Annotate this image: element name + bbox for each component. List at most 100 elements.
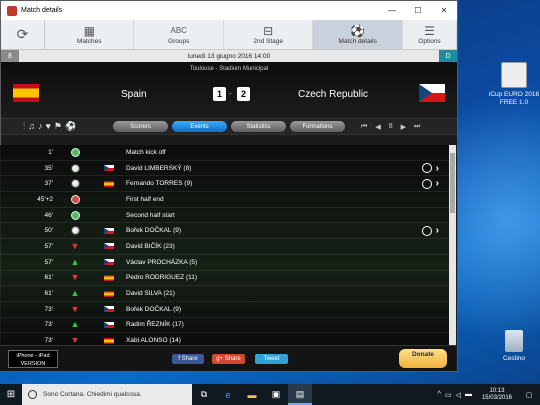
music-icon[interactable]: ♫ bbox=[28, 121, 35, 132]
notifications-icon[interactable]: ▢ bbox=[522, 391, 536, 399]
minimize-button[interactable]: — bbox=[379, 6, 405, 15]
tool-icons: ⫶ ♫ ♪ ♥ ⚑ ⚽ bbox=[23, 121, 113, 132]
ball-icon: ⚽ bbox=[350, 24, 366, 38]
clock[interactable]: 10:13 15/03/2016 bbox=[482, 388, 512, 402]
gplus-share-button[interactable]: g+ Share bbox=[212, 353, 245, 364]
tab-match-details[interactable]: ⚽ Match details bbox=[313, 20, 403, 49]
globe-icon[interactable] bbox=[421, 225, 432, 236]
volume-icon[interactable]: ◁ bbox=[456, 391, 461, 399]
timeline-icon[interactable]: ⫶ bbox=[23, 121, 25, 132]
czech-flag-icon bbox=[97, 243, 121, 250]
event-row[interactable]: 73' ▼ Bořek DOČKAL (9) bbox=[0, 302, 449, 318]
calendar-icon: ▦ bbox=[83, 24, 95, 38]
donate-button[interactable]: Donate bbox=[399, 349, 447, 368]
first-page-icon[interactable]: ⏮ bbox=[361, 123, 367, 131]
event-minute: 57' bbox=[44, 258, 53, 266]
recycle-bin[interactable]: Cestino bbox=[484, 330, 540, 363]
event-description: David BIČÍK (23) bbox=[126, 242, 175, 250]
event-row[interactable]: 37' Fernando TORRES (9) › bbox=[0, 176, 449, 193]
cortana-placeholder: Sono Cortana. Chiedimi qualcosa. bbox=[43, 391, 142, 398]
cortana-icon bbox=[28, 390, 37, 399]
pager: ⏮ ◀ 8 ▶ ⏭ bbox=[361, 123, 420, 131]
event-minute: 50' bbox=[44, 227, 53, 235]
event-row[interactable]: 57' ▲ Václav PROCHÁZKA (5) bbox=[0, 255, 449, 271]
recycle-bin-label: Cestino bbox=[502, 355, 526, 362]
tab-statistics[interactable]: Statistics bbox=[231, 121, 286, 132]
sub-in-arrow-icon: ▲ bbox=[70, 256, 80, 267]
prev-page-icon[interactable]: ◀ bbox=[375, 123, 380, 131]
refresh-icon: ⟳ bbox=[16, 26, 29, 42]
flag-icon[interactable]: ⚑ bbox=[54, 121, 62, 132]
facebook-share-button[interactable]: f Share bbox=[172, 353, 204, 364]
tab-2nd-stage-label: 2nd Stage bbox=[253, 38, 284, 45]
chevron-right-icon[interactable]: › bbox=[436, 163, 439, 174]
tab-scorers[interactable]: Scorers bbox=[113, 121, 168, 132]
globe-icon[interactable] bbox=[421, 178, 432, 189]
event-minute: 1' bbox=[48, 148, 53, 156]
favorite-icon[interactable]: ♥ bbox=[46, 121, 51, 132]
tab-groups[interactable]: ABC Groups bbox=[134, 20, 224, 49]
cortana-search[interactable]: Sono Cortana. Chiedimi qualcosa. bbox=[22, 384, 192, 405]
windows-start-icon[interactable]: ⊞ bbox=[0, 389, 22, 400]
tab-matches[interactable]: ▦ Matches bbox=[45, 20, 135, 49]
event-row[interactable]: 35' David LIMBERSKÝ (8) › bbox=[0, 161, 449, 177]
event-description: First half end bbox=[126, 195, 164, 203]
next-match-button[interactable]: D bbox=[439, 50, 457, 62]
match-venue: Toulouse - Stadium Municipal bbox=[189, 66, 269, 72]
refresh-button[interactable]: ⟳ bbox=[1, 20, 45, 49]
czech-flag-icon bbox=[97, 165, 121, 172]
main-toolbar: ⟳ ▦ Matches ABC Groups ⊟ 2nd Stage ⚽ Mat… bbox=[1, 20, 458, 50]
language-icon[interactable]: ▬ bbox=[465, 391, 472, 398]
globe-icon[interactable] bbox=[421, 163, 432, 174]
next-page-icon[interactable]: ▶ bbox=[401, 123, 406, 131]
edge-icon[interactable]: e bbox=[216, 390, 240, 400]
desktop-app-shortcut[interactable]: iCup EURO 2016 FREE 1.0 bbox=[484, 62, 540, 107]
tab-2nd-stage[interactable]: ⊟ 2nd Stage bbox=[224, 20, 314, 49]
event-row[interactable]: 50' Bořek DOČKAL (9) › bbox=[0, 223, 449, 240]
chevron-right-icon[interactable]: › bbox=[436, 178, 439, 189]
recycle-bin-icon bbox=[505, 330, 523, 352]
trophy-icon bbox=[501, 62, 527, 88]
twitter-share-button[interactable]: Tweet bbox=[255, 353, 288, 364]
file-explorer-icon[interactable]: ▬ bbox=[240, 390, 264, 400]
tab-formations[interactable]: Formations bbox=[290, 121, 345, 132]
event-description: Bořek DOČKAL (9) bbox=[126, 227, 182, 235]
event-description: Václav PROCHÁZKA (5) bbox=[126, 258, 198, 266]
sub-out-arrow-icon: ▼ bbox=[70, 272, 80, 283]
bracket-icon: ⊟ bbox=[263, 24, 274, 38]
tab-events[interactable]: Events bbox=[172, 121, 227, 132]
event-actions: › bbox=[421, 225, 439, 236]
clock-date: 15/03/2016 bbox=[481, 394, 512, 401]
spain-flag-icon bbox=[13, 84, 39, 102]
home-team-name: Spain bbox=[121, 89, 147, 100]
date-bar: 8 lunedì 13 giugno 2016 14:00 D bbox=[1, 50, 457, 62]
event-minute: 37' bbox=[44, 180, 53, 188]
ball-filter-icon[interactable]: ⚽ bbox=[65, 121, 76, 132]
events-scrollbar[interactable] bbox=[449, 145, 456, 345]
event-row[interactable]: 45'+2 First half end bbox=[0, 192, 449, 208]
event-row[interactable]: 57' ▼ David BIČÍK (23) bbox=[0, 239, 449, 255]
close-button[interactable]: ✕ bbox=[431, 6, 457, 15]
network-icon[interactable]: ▭ bbox=[445, 391, 452, 399]
home-score: 1 bbox=[213, 87, 226, 101]
icup-taskbar-icon[interactable]: ▤ bbox=[288, 384, 312, 405]
scrollbar-thumb[interactable] bbox=[450, 153, 455, 213]
event-minute: 46' bbox=[44, 211, 53, 219]
task-view-icon[interactable]: ⧉ bbox=[192, 389, 216, 400]
last-page-icon[interactable]: ⏭ bbox=[414, 123, 420, 131]
event-row[interactable]: 46' Second half start bbox=[0, 208, 449, 224]
event-row[interactable]: 73' ▼ Xabi ALONSO (14) bbox=[0, 333, 449, 345]
chevron-right-icon[interactable]: › bbox=[436, 225, 439, 236]
iphone-version-badge[interactable]: iPhone - iPad VERSION bbox=[8, 349, 58, 368]
previous-match-button[interactable]: 8 bbox=[1, 50, 19, 62]
note-icon[interactable]: ♪ bbox=[38, 121, 43, 132]
event-row[interactable]: 61' ▲ David SILVA (21) bbox=[0, 286, 449, 302]
event-minute: 61' bbox=[44, 290, 53, 298]
store-icon[interactable]: ▣ bbox=[264, 389, 288, 400]
tray-chevron-icon[interactable]: ^ bbox=[438, 391, 441, 398]
event-row[interactable]: 1' Match kick off bbox=[0, 145, 449, 161]
event-row[interactable]: 73' ▲ Radim ŘEZNÍK (17) bbox=[0, 318, 449, 334]
event-row[interactable]: 61' ▼ Pedro RODRIGUEZ (11) bbox=[0, 271, 449, 287]
maximize-button[interactable]: ☐ bbox=[405, 6, 431, 15]
tab-options[interactable]: ☰ Options bbox=[403, 20, 458, 49]
